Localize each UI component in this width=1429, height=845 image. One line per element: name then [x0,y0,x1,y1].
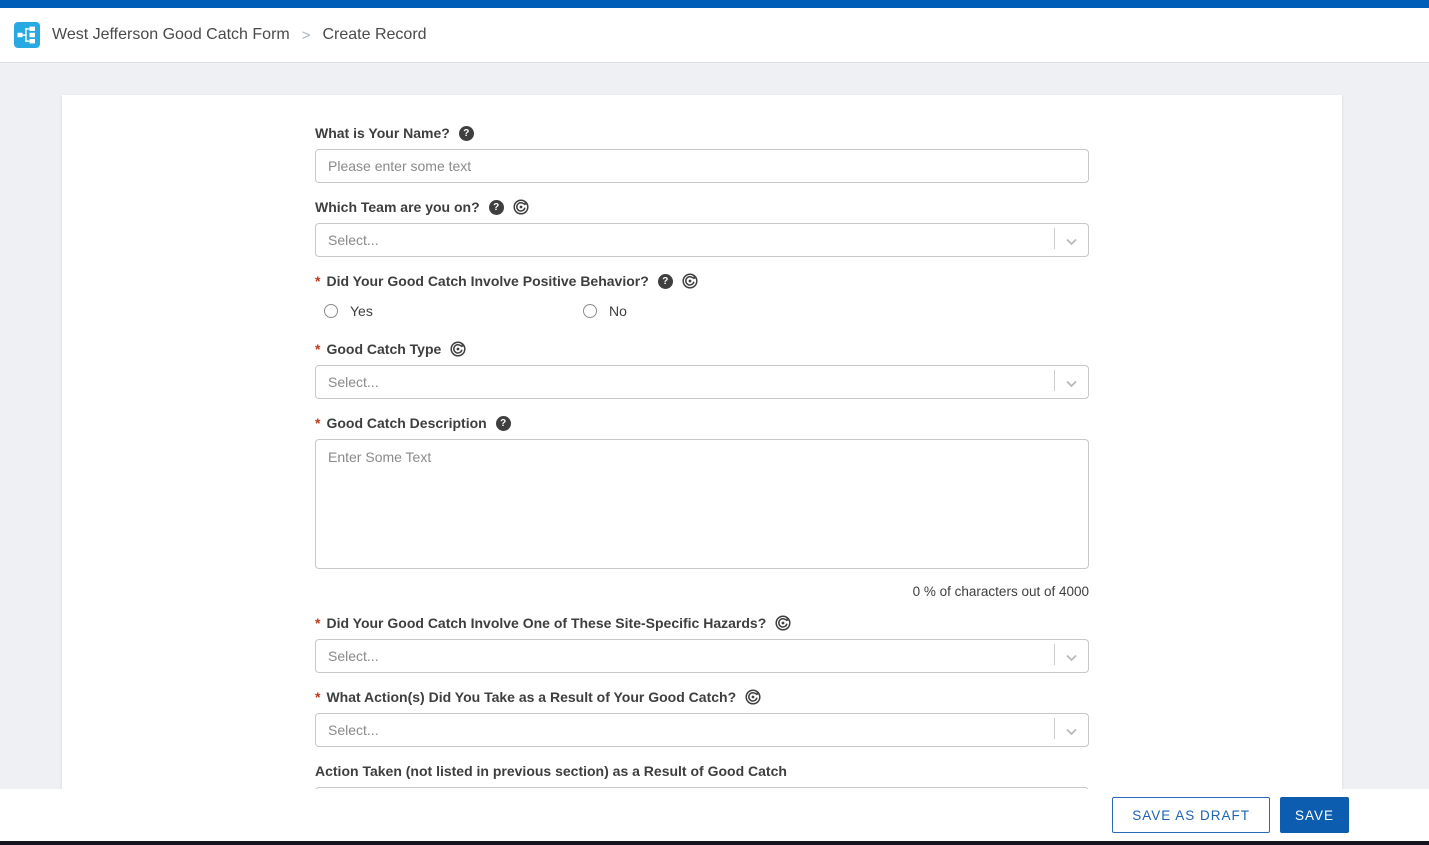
actions-taken-select-value: Select... [328,722,379,738]
select-divider [1054,644,1055,665]
good-catch-type-select[interactable]: Select... [315,365,1089,399]
field-action-taken-other-label-row: Action Taken (not listed in previous sec… [315,763,1089,779]
field-description-label-row: * Good Catch Description ? [315,415,1089,431]
required-marker: * [315,415,320,431]
positive-behavior-radio-group: Yes No [315,303,1089,319]
breadcrumb-separator-icon: > [302,27,311,44]
field-action-taken-other-label: Action Taken (not listed in previous sec… [315,763,787,779]
required-marker: * [315,273,320,289]
required-marker: * [315,615,320,631]
radio-button-icon[interactable] [324,304,338,318]
description-textarea[interactable] [315,439,1089,569]
chevron-down-icon [1064,724,1079,739]
radio-no-label: No [609,303,627,319]
field-positive-behavior-label-row: * Did Your Good Catch Involve Positive B… [315,273,1089,289]
required-marker: * [315,689,320,705]
field-description-label: Good Catch Description [326,415,486,431]
form-content: What is Your Name? ? Which Team are you … [315,125,1089,821]
chevron-down-icon [1064,234,1079,249]
breadcrumb-page-name: Create Record [323,26,427,44]
field-positive-behavior: * Did Your Good Catch Involve Positive B… [315,273,1089,319]
actions-taken-select[interactable]: Select... [315,713,1089,747]
field-site-hazards: * Did Your Good Catch Involve One of The… [315,615,1089,673]
radio-yes-label: Yes [350,303,373,319]
refresh-icon[interactable] [513,199,529,215]
breadcrumb: West Jefferson Good Catch Form > Create … [52,26,427,44]
form-app-icon[interactable] [14,22,40,48]
help-icon[interactable]: ? [489,200,504,215]
field-site-hazards-label: Did Your Good Catch Involve One of These… [326,615,766,631]
field-name-label: What is Your Name? [315,125,450,141]
good-catch-type-select-value: Select... [328,374,379,390]
save-button[interactable]: SAVE [1280,797,1349,833]
chevron-down-icon [1064,650,1079,665]
field-team-label-row: Which Team are you on? ? [315,199,1089,215]
character-counter: 0 % of characters out of 4000 [315,584,1089,599]
name-input[interactable] [315,149,1089,183]
site-hazards-select[interactable]: Select... [315,639,1089,673]
refresh-icon[interactable] [745,689,761,705]
chevron-down-icon [1064,376,1079,391]
refresh-icon[interactable] [682,273,698,289]
help-icon[interactable]: ? [658,274,673,289]
field-actions-taken: * What Action(s) Did You Take as a Resul… [315,689,1089,747]
save-as-draft-button[interactable]: SAVE AS DRAFT [1112,797,1270,833]
field-actions-taken-label: What Action(s) Did You Take as a Result … [326,689,736,705]
field-name-label-row: What is Your Name? ? [315,125,1089,141]
select-divider [1054,718,1055,739]
refresh-icon[interactable] [450,341,466,357]
field-team: Which Team are you on? ? Select... [315,199,1089,257]
field-description: * Good Catch Description ? 0 % of charac… [315,415,1089,599]
field-good-catch-type: * Good Catch Type Select... [315,341,1089,399]
field-team-label: Which Team are you on? [315,199,480,215]
radio-option-no[interactable]: No [583,303,842,319]
radio-option-yes[interactable]: Yes [324,303,583,319]
select-divider [1054,370,1055,391]
form-card: What is Your Name? ? Which Team are you … [62,95,1342,845]
team-select-value: Select... [328,232,379,248]
field-name: What is Your Name? ? [315,125,1089,183]
field-positive-behavior-label: Did Your Good Catch Involve Positive Beh… [326,273,648,289]
footer-action-bar: SAVE AS DRAFT SAVE [0,789,1429,845]
field-good-catch-type-label: Good Catch Type [326,341,441,357]
help-icon[interactable]: ? [459,126,474,141]
help-icon[interactable]: ? [496,416,511,431]
breadcrumb-form-name[interactable]: West Jefferson Good Catch Form [52,26,290,44]
team-select[interactable]: Select... [315,223,1089,257]
field-site-hazards-label-row: * Did Your Good Catch Involve One of The… [315,615,1089,631]
select-divider [1054,228,1055,249]
site-hazards-select-value: Select... [328,648,379,664]
header: West Jefferson Good Catch Form > Create … [0,8,1429,63]
field-good-catch-type-label-row: * Good Catch Type [315,341,1089,357]
field-actions-taken-label-row: * What Action(s) Did You Take as a Resul… [315,689,1089,705]
radio-button-icon[interactable] [583,304,597,318]
top-accent-bar [0,0,1429,8]
required-marker: * [315,341,320,357]
refresh-icon[interactable] [775,615,791,631]
